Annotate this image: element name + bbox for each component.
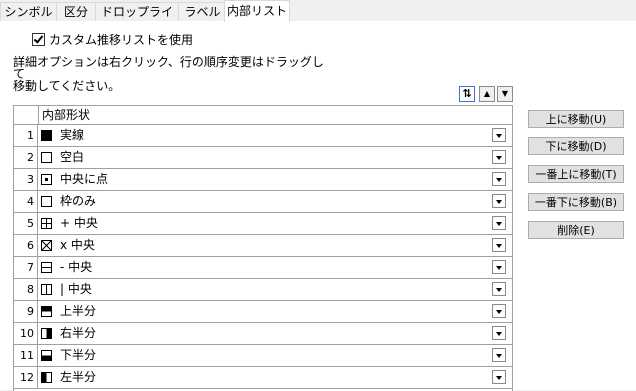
internal-list-grid: 内部形状 1 実線 2 空白 3 中央に点 4 枠のみ 5 + 中央 6 x 中央 7 - 中央 8 | 中央… xyxy=(13,105,513,391)
shape-label: - 中央 xyxy=(60,260,93,274)
sort-icon[interactable]: ⇅ xyxy=(459,86,475,102)
move-to-bottom-button[interactable]: 一番下に移動(B) xyxy=(528,193,624,211)
table-row[interactable]: 1 実線 xyxy=(14,125,512,147)
tab-dropline[interactable]: ドロップライン xyxy=(95,2,179,37)
table-row[interactable]: 7 - 中央 xyxy=(14,257,512,279)
chevron-down-icon[interactable] xyxy=(492,172,506,186)
bar-center-square-icon xyxy=(41,284,52,295)
row-number[interactable]: 1 xyxy=(14,125,38,146)
move-row-down-icon[interactable]: ▼ xyxy=(497,86,513,102)
help-text-line: 移動してください。 xyxy=(13,79,121,93)
table-row[interactable]: 6 x 中央 xyxy=(14,235,512,257)
column-header-internal-shape[interactable]: 内部形状 xyxy=(42,106,90,124)
chevron-down-icon[interactable] xyxy=(492,348,506,362)
center-dot-square-icon xyxy=(41,174,52,185)
top-half-square-icon xyxy=(41,306,52,317)
chevron-down-icon[interactable] xyxy=(492,304,506,318)
row-number[interactable]: 11 xyxy=(14,345,38,366)
chevron-down-icon[interactable] xyxy=(492,128,506,142)
row-number[interactable]: 8 xyxy=(14,279,38,300)
row-number[interactable]: 7 xyxy=(14,257,38,278)
delete-button[interactable]: 削除(E) xyxy=(528,221,624,239)
hollow-square-icon xyxy=(41,152,52,163)
grid-corner[interactable] xyxy=(14,106,39,124)
table-row[interactable]: 5 + 中央 xyxy=(14,213,512,235)
tab-category[interactable]: 区分 xyxy=(56,2,96,21)
chevron-down-icon[interactable] xyxy=(492,370,506,384)
row-number[interactable]: 4 xyxy=(14,191,38,212)
x-center-square-icon xyxy=(41,240,52,251)
row-number[interactable]: 9 xyxy=(14,301,38,322)
frame-only-square-icon xyxy=(41,196,52,207)
table-row[interactable]: 11 下半分 xyxy=(14,345,512,367)
chevron-down-icon[interactable] xyxy=(492,238,506,252)
checkbox-checked-icon[interactable] xyxy=(32,32,45,46)
help-text-line: 詳細オプションは右クリック、行の順序変更はドラッグして xyxy=(13,55,324,81)
row-number[interactable]: 5 xyxy=(14,213,38,234)
shape-label: 右半分 xyxy=(60,326,97,340)
chevron-down-icon[interactable] xyxy=(492,216,506,230)
row-number[interactable]: 3 xyxy=(14,169,38,190)
row-number[interactable]: 2 xyxy=(14,147,38,168)
minus-center-square-icon xyxy=(41,262,52,273)
shape-label: 中央に点 xyxy=(60,172,109,186)
shape-label: 実線 xyxy=(60,128,85,142)
table-row[interactable]: 8 | 中央 xyxy=(14,279,512,301)
shape-label: 空白 xyxy=(60,150,85,164)
chevron-down-icon[interactable] xyxy=(492,150,506,164)
shape-label: | 中央 xyxy=(60,282,92,296)
left-half-square-icon xyxy=(41,372,52,383)
chevron-down-icon[interactable] xyxy=(492,260,506,274)
bottom-half-square-icon xyxy=(41,350,52,361)
table-row[interactable]: 12 左半分 xyxy=(14,367,512,389)
row-number[interactable]: 12 xyxy=(14,367,38,388)
solid-square-icon xyxy=(41,130,52,141)
chevron-down-icon[interactable] xyxy=(492,282,506,296)
move-up-button[interactable]: 上に移動(U) xyxy=(528,110,624,128)
plus-center-square-icon xyxy=(41,218,52,229)
shape-label: 左半分 xyxy=(60,370,97,384)
table-row[interactable]: 2 空白 xyxy=(14,147,512,169)
move-row-up-icon[interactable]: ▲ xyxy=(479,86,495,102)
tab-strip: シンボル 区分 ドロップライン ラベル 内部リスト xyxy=(0,0,636,37)
use-custom-list-label: カスタム推移リストを使用 xyxy=(49,32,194,47)
shape-label: 下半分 xyxy=(60,348,97,362)
chevron-down-icon[interactable] xyxy=(492,326,506,340)
move-to-top-button[interactable]: 一番上に移動(T) xyxy=(528,165,624,183)
shape-label: 枠のみ xyxy=(60,194,97,208)
tab-internal-list[interactable]: 内部リスト xyxy=(224,0,290,22)
table-row[interactable]: 3 中央に点 xyxy=(14,169,512,191)
chevron-down-icon[interactable] xyxy=(492,194,506,208)
right-half-square-icon xyxy=(41,328,52,339)
shape-label: + 中央 xyxy=(60,216,98,230)
row-number[interactable]: 10 xyxy=(14,323,38,344)
tab-label[interactable]: ラベル xyxy=(178,2,227,21)
table-row[interactable]: 9 上半分 xyxy=(14,301,512,323)
shape-label: 上半分 xyxy=(60,304,97,318)
grid-header: 内部形状 xyxy=(14,106,512,125)
tab-symbol[interactable]: シンボル xyxy=(0,2,57,21)
shape-label: x 中央 xyxy=(60,238,95,252)
use-custom-list-checkbox[interactable]: カスタム推移リストを使用 xyxy=(32,32,194,47)
help-text: 詳細オプションは右クリック、行の順序変更はドラッグして 移動してください。 xyxy=(13,56,333,92)
table-row[interactable]: 4 枠のみ xyxy=(14,191,512,213)
move-down-button[interactable]: 下に移動(D) xyxy=(528,137,624,155)
row-number[interactable]: 6 xyxy=(14,235,38,256)
table-row[interactable]: 10 右半分 xyxy=(14,323,512,345)
